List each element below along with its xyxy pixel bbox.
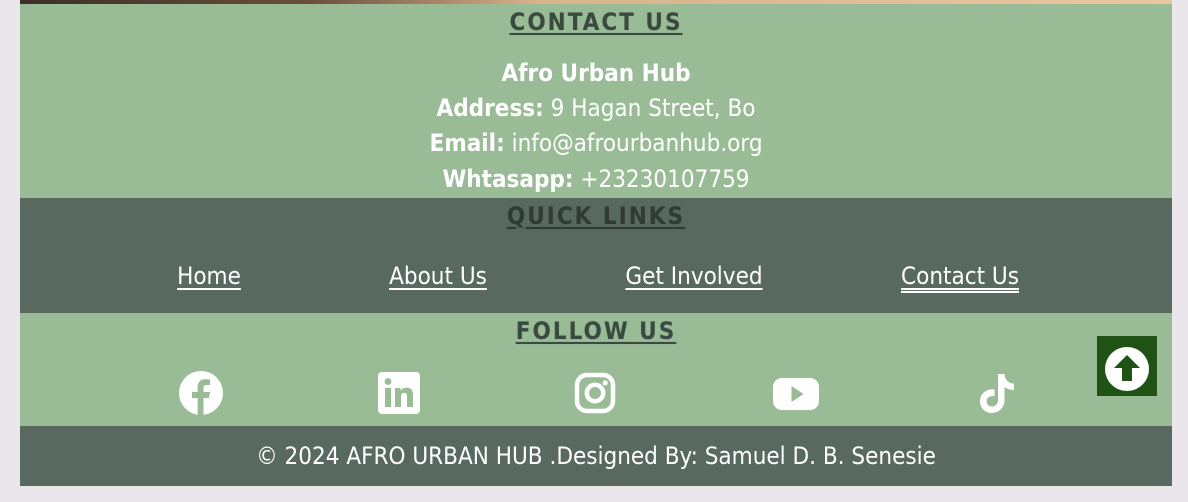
- copyright-text: © 2024 AFRO URBAN HUB .Designed By: Samu…: [256, 442, 936, 470]
- tiktok-icon[interactable]: [973, 369, 1021, 417]
- follow-us-section: FOLLOW US: [20, 313, 1172, 426]
- copyright-bar: © 2024 AFRO URBAN HUB .Designed By: Samu…: [20, 426, 1172, 486]
- scroll-to-top-button[interactable]: [1097, 336, 1157, 396]
- org-name: Afro Urban Hub: [501, 59, 691, 87]
- youtube-icon[interactable]: [771, 369, 821, 417]
- address-value: 9 Hagan Street, Bo: [543, 94, 756, 122]
- quick-links-title: QUICK LINKS: [506, 202, 686, 230]
- whatsapp-label: Whtasapp:: [442, 165, 574, 193]
- linkedin-icon[interactable]: [375, 369, 423, 417]
- facebook-icon[interactable]: [177, 369, 225, 417]
- address-label: Address:: [436, 94, 544, 122]
- nav-link-about-us[interactable]: About Us: [389, 262, 487, 290]
- nav-link-home[interactable]: Home: [177, 262, 241, 290]
- contact-title: CONTACT US: [509, 8, 683, 36]
- arrow-up-icon: [1105, 347, 1149, 391]
- email-line: Email: info@afrourbanhub.org: [20, 128, 1172, 158]
- whatsapp-value[interactable]: +23230107759: [574, 165, 749, 193]
- nav-link-contact-us[interactable]: Contact Us: [901, 262, 1019, 290]
- footer-page: CONTACT US Afro Urban Hub Address: 9 Hag…: [20, 0, 1172, 486]
- instagram-icon[interactable]: [571, 369, 619, 417]
- email-label: Email:: [429, 129, 505, 157]
- contact-section: CONTACT US Afro Urban Hub Address: 9 Hag…: [20, 4, 1172, 198]
- whatsapp-line: Whtasapp: +23230107759: [20, 164, 1172, 194]
- follow-us-title: FOLLOW US: [515, 317, 677, 345]
- email-value[interactable]: info@afrourbanhub.org: [505, 129, 763, 157]
- quick-links-section: QUICK LINKS Home About Us Get Involved C…: [20, 198, 1172, 313]
- nav-link-get-involved[interactable]: Get Involved: [625, 262, 762, 290]
- address-line: Address: 9 Hagan Street, Bo: [20, 93, 1172, 123]
